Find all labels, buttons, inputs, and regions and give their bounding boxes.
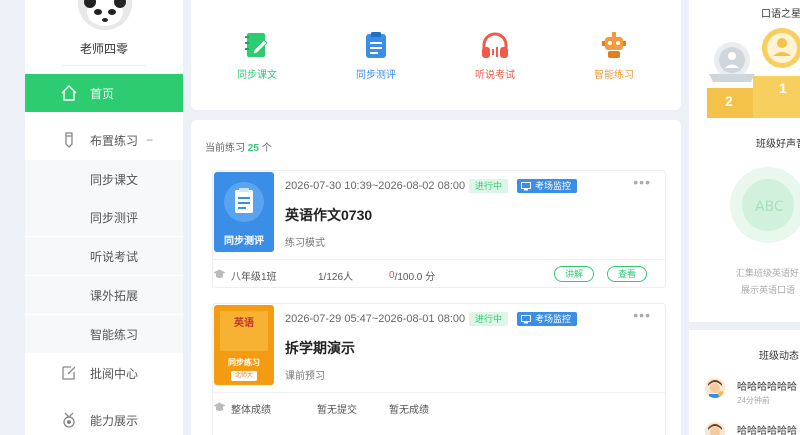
- feature-sync-eval[interactable]: 同步测评: [336, 30, 416, 81]
- feature-panel: 同步课文 同步测评 听说考试 智能练习: [191, 0, 681, 110]
- collapse-icon[interactable]: −: [146, 133, 153, 147]
- feature-label: 智能练习: [594, 70, 634, 81]
- dynamic-item[interactable]: 哈哈哈哈哈哈 24分钟前: [705, 378, 797, 406]
- feature-label: 同步课文: [237, 70, 277, 81]
- exam-monitor-button[interactable]: 考场监控: [517, 179, 578, 193]
- sub-item-smart-practice[interactable]: 智能练习: [25, 315, 183, 353]
- class-dynamics-title: 班级动态: [759, 351, 799, 362]
- feature-label: 听说考试: [475, 70, 515, 81]
- count-prefix: 当前练习: [205, 143, 245, 154]
- sidebar: 老师四零 首页 布置练习 − 同步课文 同步测评 听说考试 课外拓展 智能练习 …: [25, 0, 183, 435]
- book-pen-icon: [242, 30, 272, 60]
- sub-item-sync-eval[interactable]: 同步测评: [25, 198, 183, 236]
- thumbnail-label: 同步测评: [224, 236, 264, 247]
- exercise-thumbnail: 英语 同步练习 北师大: [214, 305, 274, 385]
- more-options-icon[interactable]: •••: [633, 307, 651, 323]
- sub-item-extracurricular[interactable]: 课外拓展: [25, 276, 183, 314]
- abc-bubble-icon: ABC: [723, 165, 800, 250]
- exam-monitor-button[interactable]: 考场监控: [517, 312, 578, 326]
- overall-score-label: 整体成绩: [231, 405, 271, 416]
- monitor-label: 考场监控: [535, 181, 572, 191]
- score-info: 0 /100.0 分: [389, 268, 435, 283]
- pencil-icon: [60, 131, 78, 149]
- exercise-mode: 课前预习: [285, 371, 325, 382]
- nav-assign[interactable]: 布置练习 −: [25, 121, 183, 159]
- monitor-label: 考场监控: [535, 314, 572, 324]
- rank-first: 1: [779, 80, 787, 96]
- sub-item-sync-text[interactable]: 同步课文: [25, 160, 183, 198]
- feature-sync-text[interactable]: 同步课文: [217, 30, 297, 81]
- nav-home-label: 首页: [90, 86, 115, 101]
- exercise-time: 2026-07-29 05:47~2026-08-01 08:00: [285, 313, 466, 325]
- card-footer: 八年级1班 1/126人 0 /100.0 分 讲解 查看: [213, 259, 665, 287]
- medal-icon: [60, 411, 78, 429]
- dynamic-item[interactable]: 哈哈哈哈哈哈: [705, 422, 797, 435]
- user-name: 老师四零: [79, 42, 128, 56]
- nav-review-label: 批阅中心: [90, 366, 139, 381]
- feature-smart-practice[interactable]: 智能练习: [574, 30, 654, 81]
- svg-text:ABC: ABC: [755, 199, 784, 215]
- exercise-count: 当前练习 25 个: [205, 139, 272, 154]
- no-submission: 暂无提交: [317, 405, 357, 416]
- nav-ability-label: 能力展示: [90, 413, 139, 428]
- clipboard-icon: [361, 30, 391, 60]
- nav-review[interactable]: 批阅中心: [25, 354, 183, 392]
- status-badge: 进行中: [469, 312, 509, 326]
- voice-desc-2: 展示英语口语: [741, 285, 796, 295]
- avatar: [705, 378, 725, 398]
- overall-score: 整体成绩: [213, 401, 271, 416]
- dynamic-text: 哈哈哈哈哈哈: [737, 426, 797, 435]
- exercise-card[interactable]: 同步测评 2026-07-30 10:39~2026-08-02 08:00 进…: [212, 170, 666, 288]
- class-info: 八年级1班: [213, 268, 277, 283]
- class-name: 八年级1班: [231, 272, 277, 283]
- book-subject: 英语: [234, 318, 254, 329]
- submitted-count: 1/126人: [318, 272, 354, 283]
- more-options-icon[interactable]: •••: [633, 174, 651, 190]
- score-total: /100.0 分: [394, 272, 436, 283]
- avatar: [705, 422, 725, 435]
- no-score: 暂无成绩: [389, 405, 429, 416]
- count-number: 25: [247, 143, 259, 154]
- sub-item-listening-exam[interactable]: 听说考试: [25, 237, 183, 275]
- voice-desc-1: 汇集班级英语好: [736, 268, 800, 278]
- explain-button[interactable]: 讲解: [554, 266, 595, 282]
- dynamic-text: 哈哈哈哈哈哈: [737, 382, 797, 393]
- dynamic-time: 24分钟前: [737, 396, 770, 405]
- status-badge: 进行中: [469, 179, 509, 193]
- exercise-title[interactable]: 英语作文0730: [285, 205, 372, 225]
- trophy-podium-icon: [707, 28, 800, 118]
- user-divider: [61, 65, 147, 66]
- graduation-cap-icon: [213, 402, 226, 415]
- robot-icon: [599, 30, 629, 60]
- monitor-icon: [521, 181, 531, 190]
- right-panel: 口语之星 2 1 班级好声音 ABC 汇集班级英语好 展示英语口语: [689, 0, 800, 322]
- class-voice-title: 班级好声音: [756, 139, 800, 150]
- exercise-thumbnail: 同步测评: [214, 172, 274, 252]
- view-button[interactable]: 查看: [607, 266, 648, 282]
- book-series: 同步练习: [228, 358, 260, 367]
- count-suffix: 个: [261, 143, 272, 154]
- publisher-tag: 北师大: [231, 371, 257, 381]
- card-footer: 整体成绩 暂无提交 暂无成绩: [213, 392, 665, 420]
- panda-avatar-icon: [78, 0, 132, 30]
- avatar[interactable]: [78, 0, 132, 30]
- graduation-cap-icon: [213, 269, 226, 282]
- exercise-card[interactable]: 英语 同步练习 北师大 2026-07-29 05:47~2026-08-01 …: [212, 303, 666, 435]
- edit-icon: [60, 364, 78, 382]
- class-dynamics-panel: 班级动态 哈哈哈哈哈哈 24分钟前 哈哈哈哈哈哈: [689, 330, 800, 435]
- podium: 2 1: [707, 18, 800, 123]
- monitor-icon: [521, 314, 531, 323]
- feature-label: 同步测评: [356, 70, 396, 81]
- headphones-icon: [480, 30, 510, 60]
- nav-ability[interactable]: 能力展示: [25, 401, 183, 435]
- exercise-time: 2026-07-30 10:39~2026-08-02 08:00: [285, 180, 466, 192]
- nav-home[interactable]: 首页: [25, 74, 183, 112]
- feature-listening-exam[interactable]: 听说考试: [455, 30, 535, 81]
- exercise-mode: 练习模式: [285, 238, 325, 249]
- rank-second: 2: [725, 93, 733, 109]
- exercise-title[interactable]: 拆学期演示: [285, 338, 355, 358]
- exercise-list-panel: 当前练习 25 个 同步测评 2026-07-30 10:39~2026-08-…: [191, 120, 681, 435]
- home-icon: [60, 84, 78, 102]
- nav-assign-label: 布置练习: [90, 133, 139, 148]
